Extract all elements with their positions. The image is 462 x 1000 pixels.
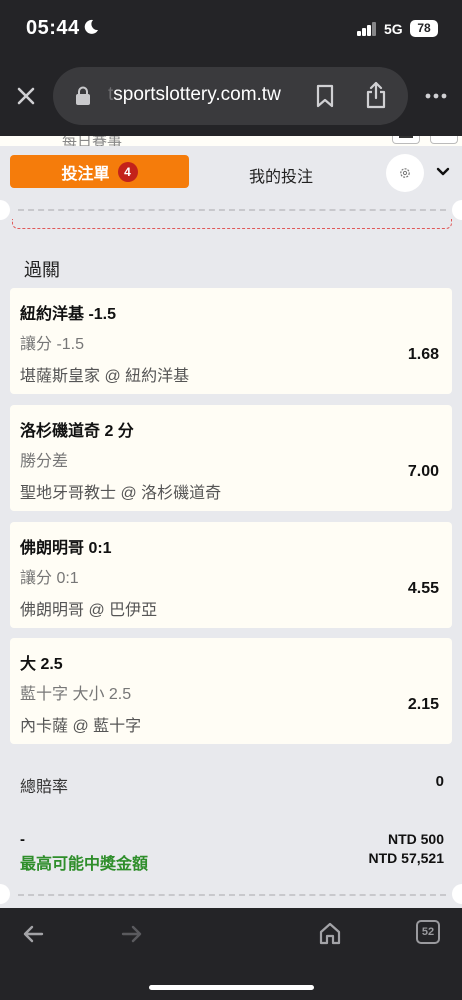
bet-item[interactable]: 紐約洋基 -1.5 讓分 -1.5 堪薩斯皇家 @ 紐約洋基 1.68 (10, 288, 452, 394)
url-domain: sportslottery.com.tw (113, 84, 281, 105)
betslip-count-badge: 4 (117, 161, 138, 182)
bet-game: 聖地牙哥教士 @ 洛杉磯道奇 (20, 485, 222, 502)
more-icon[interactable] (425, 93, 447, 99)
total-odds-label: 總賠率 (20, 779, 69, 796)
header-button-clipped[interactable] (392, 136, 420, 144)
network-label: 5G (384, 21, 403, 37)
ticket-notch (0, 200, 10, 220)
gear-icon (400, 168, 410, 178)
battery-icon: 78 (410, 20, 438, 37)
bet-selection: 紐約洋基 -1.5 (20, 306, 117, 323)
status-bar: 05:44 5G 78 (0, 0, 462, 60)
dashed-divider (18, 209, 446, 211)
bet-selection: 大 2.5 (20, 656, 63, 673)
bet-odds: 4.55 (407, 580, 439, 597)
back-arrow-icon[interactable] (22, 924, 44, 944)
bet-market: 藍十字 大小 2.5 (20, 686, 132, 703)
tab-betslip[interactable]: 投注單 4 (10, 155, 189, 188)
home-indicator (149, 985, 314, 990)
status-time: 05:44 (26, 17, 80, 39)
bet-item[interactable]: 佛朗明哥 0:1 讓分 0:1 佛朗明哥 @ 巴伊亞 4.55 (10, 522, 452, 628)
bet-market: 讓分 -1.5 (20, 336, 85, 353)
bet-selection: 洛杉磯道奇 2 分 (20, 423, 134, 440)
parlay-section-title: 過關 (24, 260, 60, 280)
highlight-card-edge (12, 219, 452, 229)
tab-my-bets[interactable]: 我的投注 (249, 163, 313, 187)
total-odds-value: 0 (435, 773, 444, 790)
bet-odds: 2.15 (407, 696, 439, 713)
stake-placeholder: - (20, 831, 25, 848)
bet-selection: 佛朗明哥 0:1 (20, 540, 112, 557)
header-button-clipped[interactable] (430, 136, 458, 144)
tabs-count-button[interactable]: 52 (416, 920, 440, 944)
bet-item[interactable]: 大 2.5 藍十字 大小 2.5 內卡薩 @ 藍十字 2.15 (10, 638, 452, 744)
bet-game: 佛朗明哥 @ 巴伊亞 (20, 602, 158, 619)
moon-icon (84, 19, 98, 34)
chevron-down-icon[interactable] (436, 167, 450, 177)
ticket-notch (452, 884, 462, 904)
ticket-divider (0, 194, 462, 232)
share-icon[interactable] (365, 81, 387, 109)
url-text: tsportslottery.com.tw (108, 84, 281, 106)
address-bar[interactable]: tsportslottery.com.tw (53, 67, 408, 125)
bet-market: 讓分 0:1 (20, 570, 79, 587)
ticket-notch (452, 200, 462, 220)
lock-icon (76, 86, 90, 105)
bookmark-icon[interactable] (316, 84, 334, 108)
web-page: 每日賽事 投注單 4 我的投注 過關 紐約洋基 -1.5 讓分 -1.5 堪薩斯… (0, 136, 462, 908)
bet-odds: 7.00 (407, 463, 439, 480)
signal-icon (357, 22, 377, 36)
bet-game: 內卡薩 @ 藍十字 (20, 718, 142, 735)
stake-value: NTD 500 (387, 831, 444, 847)
browser-toolbar: 52 (0, 908, 462, 1000)
bet-game: 堪薩斯皇家 @ 紐約洋基 (20, 368, 190, 385)
settings-button[interactable] (386, 154, 424, 192)
forward-arrow-icon[interactable] (121, 924, 143, 944)
tab-betslip-label: 投注單 (61, 165, 110, 183)
bet-market: 勝分差 (20, 453, 69, 470)
max-win-value: NTD 57,521 (368, 850, 444, 866)
home-icon[interactable] (318, 921, 342, 945)
max-win-label: 最高可能中獎金額 (20, 856, 149, 873)
browser-address-row: tsportslottery.com.tw (0, 60, 462, 136)
close-icon[interactable] (14, 84, 38, 108)
bet-item[interactable]: 洛杉磯道奇 2 分 勝分差 聖地牙哥教士 @ 洛杉磯道奇 7.00 (10, 405, 452, 511)
ticket-notch (0, 884, 10, 904)
page-header-clipped: 每日賽事 (0, 136, 462, 150)
ticket-divider (0, 884, 462, 908)
dashed-divider (18, 894, 446, 896)
bet-odds: 1.68 (407, 346, 439, 363)
